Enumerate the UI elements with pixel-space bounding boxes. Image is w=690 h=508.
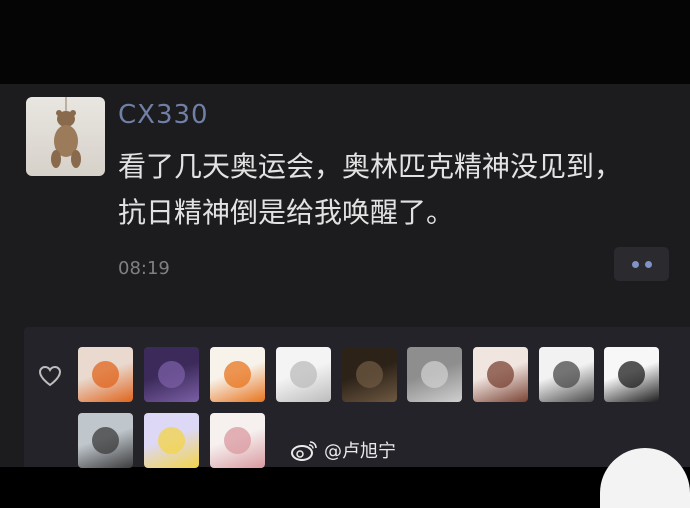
- photo-girl-avatar[interactable]: [78, 413, 133, 468]
- avatar-figure: [92, 427, 119, 454]
- anime-brown-hair-avatar[interactable]: [473, 347, 528, 402]
- heart-outline-icon: [38, 365, 62, 387]
- sushi-avatar[interactable]: [78, 347, 133, 402]
- sketch-girl-avatar[interactable]: [276, 347, 331, 402]
- avatar-figure: [421, 361, 448, 388]
- post-text: 看了几天奥运会，奥林匹克精神没见到， 抗日精神倒是给我唤醒了。: [118, 150, 623, 229]
- anime-dark-avatar[interactable]: [144, 347, 199, 402]
- avatar-figure: [618, 361, 645, 388]
- avatar-figure: [290, 361, 317, 388]
- pumpkin-avatar[interactable]: [210, 347, 265, 402]
- cat-photo-avatar[interactable]: [407, 347, 462, 402]
- post-time: 08:19: [118, 258, 170, 279]
- avatar-figure: [553, 361, 580, 388]
- more-actions-button[interactable]: [614, 247, 669, 281]
- avatar-figure: [158, 427, 185, 454]
- author-name[interactable]: CX330: [118, 100, 209, 130]
- avatar-figure: [487, 361, 514, 388]
- dot-icon: [644, 260, 652, 268]
- manga-black-hair-avatar[interactable]: [604, 347, 659, 402]
- chick-avatar[interactable]: [144, 413, 199, 468]
- author-avatar[interactable]: [26, 97, 105, 176]
- avatar-figure: [356, 361, 383, 388]
- weibo-icon: [291, 441, 317, 461]
- avatar-figure: [224, 361, 251, 388]
- top-bar: [0, 0, 690, 84]
- dot-icon: [631, 260, 639, 268]
- avatar-figure: [92, 361, 119, 388]
- dark-photo-avatar[interactable]: [342, 347, 397, 402]
- avatar-figure: [224, 427, 251, 454]
- manga-figure-avatar[interactable]: [539, 347, 594, 402]
- watermark-text: @卢旭宁: [324, 441, 396, 462]
- pink-hair-girl-avatar[interactable]: [210, 413, 265, 468]
- watermark: @卢旭宁: [290, 437, 396, 463]
- avatar-figure: [158, 361, 185, 388]
